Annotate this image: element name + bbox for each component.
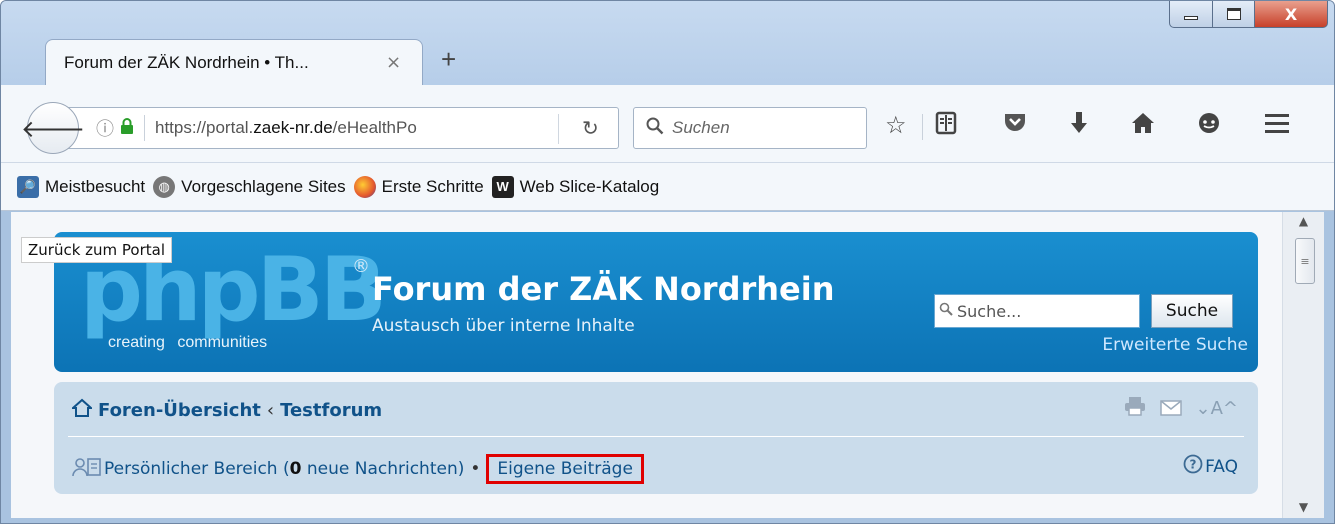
print-icon[interactable] [1124, 396, 1146, 421]
page-content: Zurück zum Portal phpBB ® creating commu… [11, 212, 1282, 518]
user-icon [72, 457, 102, 482]
tab-forum[interactable]: Forum der ZÄK Nordrhein • Th... × [45, 39, 423, 85]
panel-divider [68, 436, 1244, 437]
faq-label: FAQ [1205, 456, 1238, 477]
bookmark-most-visited[interactable]: 🔎 Meistbesucht [17, 175, 146, 198]
forum-search-placeholder: Suche... [957, 301, 1022, 321]
reading-list-icon[interactable] [935, 111, 957, 141]
bookmark-web-slice[interactable]: W Web Slice-Katalog [491, 175, 660, 198]
breadcrumb-current[interactable]: Testforum [280, 400, 382, 421]
info-icon[interactable]: ⓘ [96, 115, 114, 141]
advanced-search-link[interactable]: Erweiterte Suche [1102, 335, 1248, 355]
logo-registered: ® [352, 256, 370, 277]
search-bar[interactable]: Suchen [633, 107, 867, 149]
web-slice-icon: W [491, 175, 514, 198]
tab-close-icon[interactable]: × [386, 52, 401, 73]
bookmark-getting-started[interactable]: Erste Schritte [353, 175, 484, 198]
minimize-icon [1184, 16, 1198, 20]
bookmark-label: Vorgeschlagene Sites [181, 176, 346, 196]
window-controls: X [1169, 1, 1328, 28]
url-path: /eHealthPo [332, 118, 417, 137]
email-icon[interactable] [1159, 397, 1182, 421]
url-text[interactable]: https://portal.zaek-nr.de/eHealthPo [155, 118, 417, 138]
bookmark-label: Erste Schritte [381, 176, 484, 196]
forum-search-input[interactable]: Suche... [934, 294, 1140, 328]
scroll-down-icon[interactable]: ▼ [1283, 500, 1324, 514]
site-title: Forum der ZÄK Nordrhein [372, 270, 835, 308]
tab-title: Forum der ZÄK Nordrhein • Th... [64, 52, 309, 72]
search-placeholder: Suchen [672, 118, 730, 137]
faq-icon: ? [1183, 454, 1203, 479]
svg-text:?: ? [1190, 458, 1197, 472]
home-icon [70, 398, 94, 423]
logo-tag-2: communities [177, 334, 268, 351]
reload-icon[interactable]: ↻ [582, 116, 599, 140]
new-tab-button[interactable]: + [441, 44, 456, 75]
forum-search-button[interactable]: Suche [1151, 294, 1233, 328]
address-bar[interactable]: ⓘ https://portal.zaek-nr.de/eHealthPo ↻ [59, 107, 619, 149]
logo-tag-1: creating [108, 334, 165, 351]
download-icon[interactable] [1069, 111, 1089, 141]
bookmarks-toolbar: 🔎 Meistbesucht ◍ Vorgeschlagene Sites Er… [1, 163, 1334, 211]
logo-tagline: creating communities [104, 334, 271, 352]
url-separator-2 [558, 114, 559, 144]
lock-icon[interactable] [120, 118, 134, 138]
back-icon: 🡐 [20, 114, 86, 143]
own-posts-link[interactable]: Eigene Beiträge [486, 454, 644, 484]
breadcrumb-separator: ‹ [266, 400, 275, 421]
home-icon[interactable] [1131, 111, 1155, 141]
nav-panel: Foren-Übersicht ‹ Testforum ⌄A^ Persönli… [54, 382, 1258, 494]
personal-area-link[interactable]: Persönlicher Bereich (0 neue Nachrichten… [104, 459, 464, 479]
url-domain: zaek-nr.de [253, 118, 333, 137]
bullet-separator: • [470, 459, 481, 479]
pocket-icon[interactable] [1003, 111, 1027, 139]
chat-icon[interactable] [1197, 111, 1221, 141]
close-window-button[interactable]: X [1255, 1, 1328, 28]
minimize-button[interactable] [1169, 1, 1213, 28]
forum-header: phpBB ® creating communities Forum der Z… [54, 232, 1258, 372]
faq-link[interactable]: ? FAQ [1183, 454, 1238, 479]
back-to-portal-link[interactable]: Zurück zum Portal [21, 237, 173, 263]
most-visited-icon: 🔎 [17, 175, 39, 198]
browser-window: X Forum der ZÄK Nordrhein • Th... × + 🡐 … [0, 0, 1335, 524]
scroll-up-icon[interactable]: ▲ [1283, 214, 1324, 228]
maximize-button[interactable] [1213, 1, 1255, 28]
user-links: Persönlicher Bereich (0 neue Nachrichten… [72, 454, 644, 484]
font-size-icon[interactable]: ⌄A^ [1196, 398, 1238, 419]
firefox-icon [353, 175, 376, 198]
maximize-icon [1226, 8, 1241, 20]
page-tools: ⌄A^ [1124, 396, 1238, 421]
url-prefix: https://portal. [155, 118, 254, 137]
globe-icon: ◍ [153, 175, 176, 198]
vertical-scrollbar[interactable]: ▲ ≡ ▼ [1282, 212, 1324, 518]
breadcrumb-home[interactable]: Foren-Übersicht [98, 400, 261, 421]
navigation-toolbar: 🡐 ⓘ https://portal.zaek-nr.de/eHealthPo … [1, 85, 1334, 163]
bookmark-label: Web Slice-Katalog [519, 176, 660, 196]
personal-area-suffix: neue Nachrichten) [301, 459, 465, 479]
search-icon [646, 117, 664, 140]
bookmark-suggested-sites[interactable]: ◍ Vorgeschlagene Sites [153, 175, 346, 198]
breadcrumb: Foren-Übersicht ‹ Testforum [70, 398, 382, 423]
personal-area-prefix: Persönlicher Bereich ( [104, 459, 290, 479]
new-messages-count: 0 [289, 459, 302, 479]
menu-icon[interactable] [1263, 111, 1291, 141]
bookmark-label: Meistbesucht [45, 176, 146, 196]
phpbb-logo[interactable]: phpBB ® creating communities [80, 246, 387, 362]
scrollbar-thumb[interactable]: ≡ [1295, 238, 1315, 284]
search-icon [939, 302, 953, 320]
site-description: Austausch über interne Inhalte [372, 316, 635, 336]
url-separator [144, 115, 145, 141]
bookmark-star-icon[interactable]: ☆ [885, 111, 907, 139]
toolbar-separator [922, 114, 923, 140]
back-button[interactable]: 🡐 [21, 102, 85, 154]
